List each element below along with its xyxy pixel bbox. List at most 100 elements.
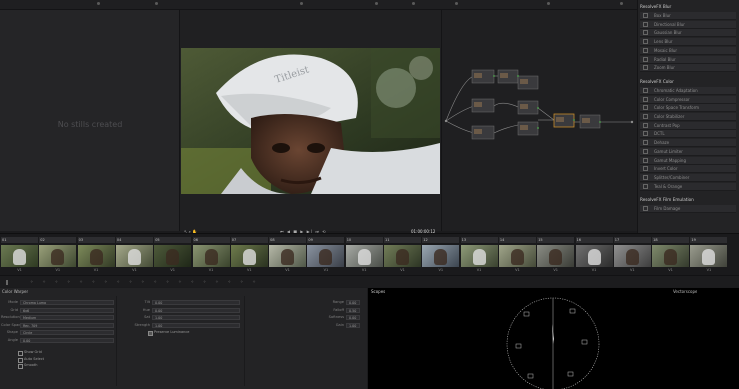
clip-thumbnail[interactable]: 05 V1: [154, 237, 192, 274]
fx-section-header[interactable]: ResolveFX Blur: [640, 4, 671, 9]
node-graph: [444, 69, 634, 140]
right-setting-field[interactable]: 1.00: [346, 322, 360, 328]
fx-item[interactable]: Splitter/Combiner: [640, 173, 736, 182]
mid-setting-field[interactable]: 0.00: [152, 300, 240, 305]
clip-thumbnail[interactable]: 02 V1: [39, 237, 77, 274]
fx-item[interactable]: Radial Blur: [640, 55, 736, 64]
checkbox[interactable]: [18, 351, 23, 356]
mid-setting-field[interactable]: 1.00: [152, 315, 240, 320]
fx-item[interactable]: Lens Blur: [640, 38, 736, 47]
fx-item[interactable]: Gamut Mapping: [640, 156, 736, 165]
fx-item[interactable]: Film Damage: [640, 205, 736, 214]
clip-number: 08: [270, 238, 275, 242]
viewer-options-icon[interactable]: [300, 2, 303, 5]
fx-item-label: Chromatic Adaptation: [654, 87, 698, 93]
clip-thumbnail[interactable]: 01 V1: [1, 237, 38, 274]
clip-image: [537, 245, 575, 267]
clip-thumbnail[interactable]: 04 V1: [115, 237, 153, 274]
clip-thumbnail[interactable]: 07 V1: [230, 237, 268, 274]
clip-subject: [396, 249, 409, 265]
clip-number: 09: [308, 238, 313, 242]
zoom-icon[interactable]: [375, 2, 378, 5]
left-setting-value: Medium: [23, 316, 37, 320]
left-setting-field[interactable]: Medium: [20, 315, 114, 320]
clip-thumbnail[interactable]: 03 V1: [77, 237, 115, 274]
menu-icon[interactable]: [97, 2, 100, 5]
clip-thumbnail[interactable]: 08 V1: [269, 237, 307, 274]
node-editor-panel[interactable]: [441, 10, 637, 231]
clip-header: 12: [422, 237, 460, 243]
fx-icon: [643, 157, 648, 163]
scope-mode-select[interactable]: Vectorscope: [673, 289, 697, 294]
scopes-panel: Scopes Vectorscope: [368, 288, 739, 389]
clip-subject: [587, 249, 601, 265]
node-options-icon[interactable]: [547, 2, 550, 5]
clip-thumbnail[interactable]: 12 V1: [422, 237, 460, 274]
fx-item[interactable]: Dehaze: [640, 139, 736, 148]
toolbar-icons[interactable]: ✧✧✧✧✧✧✧✧✧✧✧✧✧✧✧✧✧✧✧: [30, 279, 265, 284]
mid-setting-field[interactable]: 0.00: [152, 307, 240, 313]
clip-thumbnail[interactable]: 09 V1: [307, 237, 345, 274]
clip-thumbnail[interactable]: 16 V1: [575, 237, 613, 274]
clip-image: [575, 245, 613, 267]
fx-item-label: Splitter/Combiner: [654, 174, 690, 180]
clip-thumbnail[interactable]: 17 V1: [613, 237, 651, 274]
fx-item[interactable]: Teal & Orange: [640, 182, 736, 191]
portrait-image: Titleist: [181, 48, 440, 194]
fx-item[interactable]: Zoom Blur: [640, 64, 736, 73]
clip-number: 15: [538, 238, 543, 242]
fx-item[interactable]: Invert Color: [640, 165, 736, 174]
nodes-icon[interactable]: [455, 2, 458, 5]
clip-thumbnail[interactable]: 11 V1: [384, 237, 421, 274]
fx-item[interactable]: Gaussian Blur: [640, 29, 736, 38]
fx-section-header[interactable]: ResolveFX Color: [640, 79, 674, 84]
left-setting-field[interactable]: Circle: [20, 330, 114, 335]
fx-item[interactable]: Color Stabilizer: [640, 113, 736, 121]
fx-icon[interactable]: [620, 2, 623, 5]
left-setting-field[interactable]: Rec. 709: [20, 322, 114, 328]
left-setting-value: Chroma Luma: [23, 301, 47, 305]
right-setting-field[interactable]: 0.00: [346, 315, 360, 320]
left-setting-field[interactable]: 6x6: [20, 307, 114, 313]
left-setting-field[interactable]: Chroma Luma: [20, 300, 114, 305]
clip-thumbnail[interactable]: 18 V1: [652, 237, 690, 274]
fx-item[interactable]: Box Blur: [640, 12, 736, 20]
fx-item[interactable]: Mosaic Blur: [640, 46, 736, 55]
fx-item[interactable]: Gamut Limiter: [640, 147, 736, 156]
fx-item[interactable]: Chromatic Adaptation: [640, 86, 736, 95]
fx-item[interactable]: DCTL: [640, 130, 736, 139]
clip-thumbnail[interactable]: 19 V1: [690, 237, 728, 274]
gallery-icon[interactable]: [155, 2, 158, 5]
fx-item-label: Gamut Limiter: [654, 148, 683, 154]
fx-item[interactable]: Directional Blur: [640, 20, 736, 29]
right-setting-field[interactable]: 0.00: [346, 300, 360, 305]
fx-item[interactable]: Color Space Transform: [640, 104, 736, 113]
clip-thumbnail[interactable]: 10 V1: [345, 237, 383, 274]
checkbox[interactable]: [148, 331, 153, 336]
checkbox[interactable]: [18, 357, 23, 363]
clip-subject: [625, 249, 639, 265]
toolbar-icon[interactable]: [6, 280, 8, 285]
clip-track-label: V1: [285, 268, 290, 272]
right-setting-field[interactable]: 0.50: [346, 307, 360, 313]
clip-icon[interactable]: [412, 2, 415, 5]
fx-item[interactable]: Contrast Pop: [640, 121, 736, 130]
fx-section-header[interactable]: ResolveFX Film Emulation: [640, 197, 694, 202]
clip-thumbnail[interactable]: 06 V1: [192, 237, 230, 274]
viewer-panel: Titleist ↖ ⌕ ✋ ⏮ ◀ ■ ▶ ▶| ⏭ ⟲ 01:00:00:1…: [180, 10, 441, 234]
video-frame[interactable]: Titleist: [181, 48, 440, 194]
fx-item[interactable]: Color Compressor: [640, 95, 736, 104]
left-setting-label: Resolution: [1, 315, 20, 319]
clip-header: 08: [269, 237, 307, 243]
fx-icon: [643, 174, 648, 180]
clip-subject: [89, 249, 103, 265]
mid-setting-field[interactable]: 1.00: [152, 322, 240, 328]
left-setting-field[interactable]: 0.00: [20, 337, 114, 343]
mini-timeline[interactable]: ✧✧✧✧✧✧✧✧✧✧✧✧✧✧✧✧✧✧✧: [0, 275, 739, 287]
left-setting-value: Rec. 709: [23, 323, 38, 328]
clip-thumbnail[interactable]: 13 V1: [460, 237, 498, 274]
clip-thumbnail[interactable]: 15 V1: [537, 237, 575, 274]
clip-thumbnail[interactable]: 14 V1: [498, 237, 536, 274]
checkbox[interactable]: [18, 364, 23, 369]
fx-icon: [643, 166, 648, 172]
